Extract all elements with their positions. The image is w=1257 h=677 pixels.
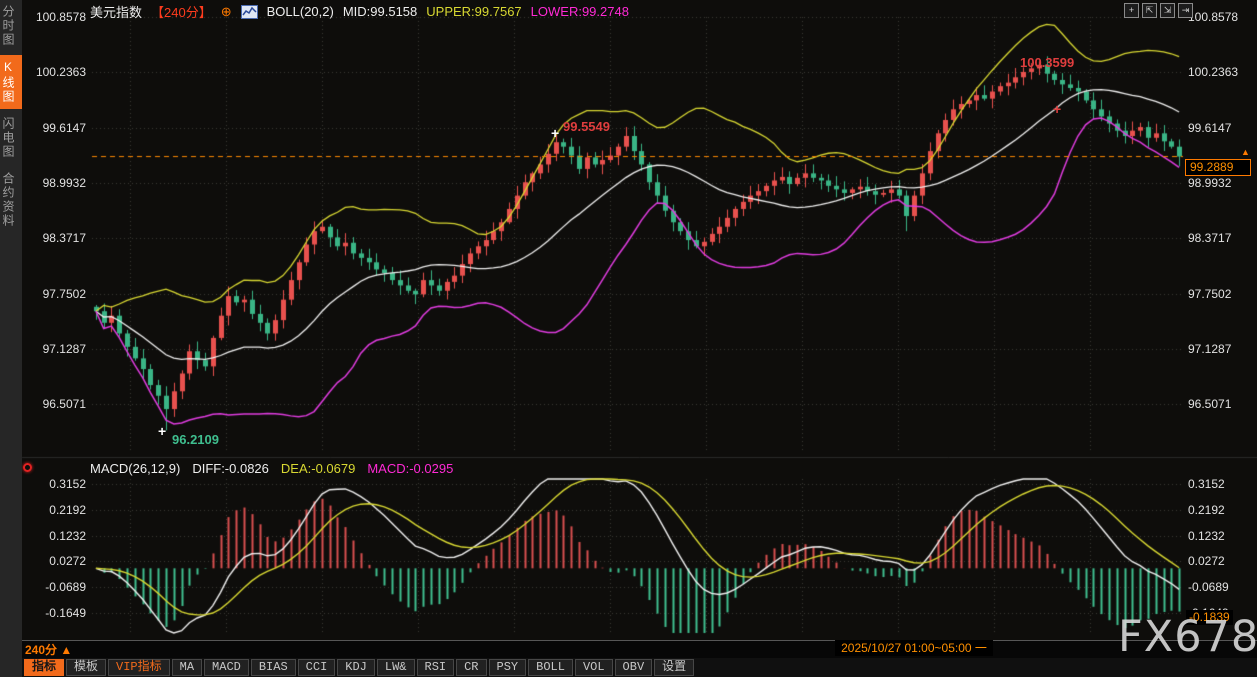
macd-dea-value: DEA:-0.0679 (280, 461, 356, 476)
toolbar-button-KDJ[interactable]: KDJ (337, 659, 375, 676)
macd-axis-label: -0.1649 (45, 606, 86, 620)
toolbar-button-RSI[interactable]: RSI (416, 659, 455, 676)
sidebar-tab-合约资料[interactable]: 合约资料 (0, 167, 22, 233)
interval-up-arrow-icon: ▲ (60, 643, 73, 657)
sidebar-tab-K线图[interactable]: K线图 (0, 55, 22, 109)
sidebar-tab-闪电图[interactable]: 闪电图 (0, 112, 22, 164)
cross-marker-icon: + (551, 125, 560, 141)
macd-axis-label: -0.0689 (45, 580, 86, 594)
price-axis-label: 97.1287 (42, 342, 86, 356)
price-axis-label: 100.8578 (1188, 10, 1239, 24)
price-axis-label: 97.7502 (1188, 287, 1232, 301)
toolbar-button-MACD[interactable]: MACD (204, 659, 249, 676)
price-axis-label: 98.9932 (42, 176, 86, 190)
price-axis-label: 99.6147 (1188, 121, 1232, 135)
price-annotation: 96.2109 (172, 432, 219, 447)
toolbar-button-设置[interactable]: 设置 (654, 659, 695, 676)
toolbar-button-OBV[interactable]: OBV (614, 659, 653, 676)
price-axis-label: 96.5071 (1188, 397, 1232, 411)
macd-axis-label: 0.3152 (49, 477, 86, 491)
selected-candle-date: 2025/10/27 01:00~05:00 一 (835, 640, 993, 656)
price-annotation: 99.5549 (563, 119, 610, 134)
expand-right-icon[interactable]: ⇥ (1178, 3, 1193, 18)
toolbar-button-CR[interactable]: CR (456, 659, 487, 676)
toolbar-button-模板[interactable]: 模板 (66, 659, 107, 676)
cross-marker-icon: + (158, 423, 167, 439)
interval-tag: 【240分】 (151, 5, 212, 20)
symbol-title: 美元指数 (90, 5, 143, 20)
macd-diff-value: DIFF:-0.0826 (192, 461, 269, 476)
watermark: FX678 (1118, 612, 1257, 662)
toolbar-button-VOL[interactable]: VOL (574, 659, 613, 676)
chart-window: 分时图 K线图闪电图合约资料 美元指数 【240分】 ⊕ BOLL(20,2) M… (0, 0, 1257, 677)
price-marker-icon: ▲ (1241, 147, 1250, 157)
cross-marker-icon: + (1053, 101, 1062, 117)
macd-axis-label: 0.0272 (1188, 554, 1225, 568)
toolbar-button-CCI[interactable]: CCI (297, 659, 336, 676)
sidebar: 分时图 K线图闪电图合约资料 (0, 0, 22, 677)
price-axis-label: 98.9932 (1188, 176, 1232, 190)
pan-icon[interactable]: + (1124, 3, 1139, 18)
macd-indicator-label: MACD(26,12,9) (90, 461, 181, 476)
boll-lower-value: LOWER:99.2748 (530, 4, 629, 19)
macd-macd-value: MACD:-0.0295 (367, 461, 454, 476)
price-axis-label: 100.2363 (1188, 65, 1239, 79)
toolbar-button-BOLL[interactable]: BOLL (528, 659, 573, 676)
macd-axis-label: 0.3152 (1188, 477, 1225, 491)
toolbar-button-PSY[interactable]: PSY (488, 659, 527, 676)
sidebar-tab-分时图[interactable]: 分时图 (0, 0, 22, 52)
x-axis-strip (22, 640, 1257, 659)
price-axis-label: 97.7502 (42, 287, 86, 301)
toolbar-button-MA[interactable]: MA (171, 659, 203, 676)
price-axis-label: 100.8578 (35, 10, 86, 24)
macd-axis-label: 0.2192 (1188, 503, 1225, 517)
zoom-axis-up-icon[interactable]: ⇱ (1142, 3, 1157, 18)
boll-mid-value: MID:99.5158 (342, 4, 418, 19)
price-axis-label: 96.5071 (42, 397, 86, 411)
price-annotation: 100.3599 (1020, 55, 1075, 70)
price-axis-label: 100.2363 (35, 65, 86, 79)
price-axis-label: 97.1287 (1188, 342, 1232, 356)
toolbar-button-VIP指标[interactable]: VIP指标 (108, 659, 170, 676)
boll-upper-value: UPPER:99.7567 (426, 4, 522, 19)
macd-header: MACD(26,12,9) DIFF:-0.0826 DEA:-0.0679 M… (90, 461, 453, 476)
macd-axis-label: 0.2192 (49, 503, 86, 517)
add-indicator-icon[interactable]: ⊕ (221, 4, 232, 20)
chart-header: 美元指数 【240分】 ⊕ BOLL(20,2) MID:99.5158 UPP… (90, 3, 629, 21)
record-dot-icon (23, 463, 32, 472)
zoom-axis-right-icon[interactable]: ⇲ (1160, 3, 1175, 18)
window-controls: + ⇱ ⇲ ⇥ (1124, 3, 1193, 18)
price-axis-label: 99.6147 (42, 121, 86, 135)
chart-type-icon[interactable] (240, 4, 258, 19)
macd-axis-label: 0.1232 (1188, 529, 1225, 543)
chart-canvas[interactable] (0, 0, 1257, 677)
indicator-toolbar: 指标 模板 VIP指标 MA MACD BIAS CCI KDJ LW& RSI CR PSY BOLL… (22, 658, 1257, 677)
interval-indicator: 240分 ▲ (25, 641, 72, 658)
interval-text: 240分 (25, 643, 58, 657)
macd-axis-label: -0.0689 (1188, 580, 1229, 594)
toolbar-button-指标[interactable]: 指标 (24, 659, 65, 676)
macd-axis-label: 0.0272 (49, 554, 86, 568)
toolbar-button-BIAS[interactable]: BIAS (250, 659, 296, 676)
macd-axis-label: 0.1232 (49, 529, 86, 543)
price-axis-label: 98.3717 (42, 231, 86, 245)
current-price-box: 99.2889 (1185, 159, 1251, 176)
boll-indicator-label: BOLL(20,2) (266, 4, 334, 19)
toolbar-button-LW&[interactable]: LW& (376, 659, 415, 676)
price-axis-label: 98.3717 (1188, 231, 1232, 245)
